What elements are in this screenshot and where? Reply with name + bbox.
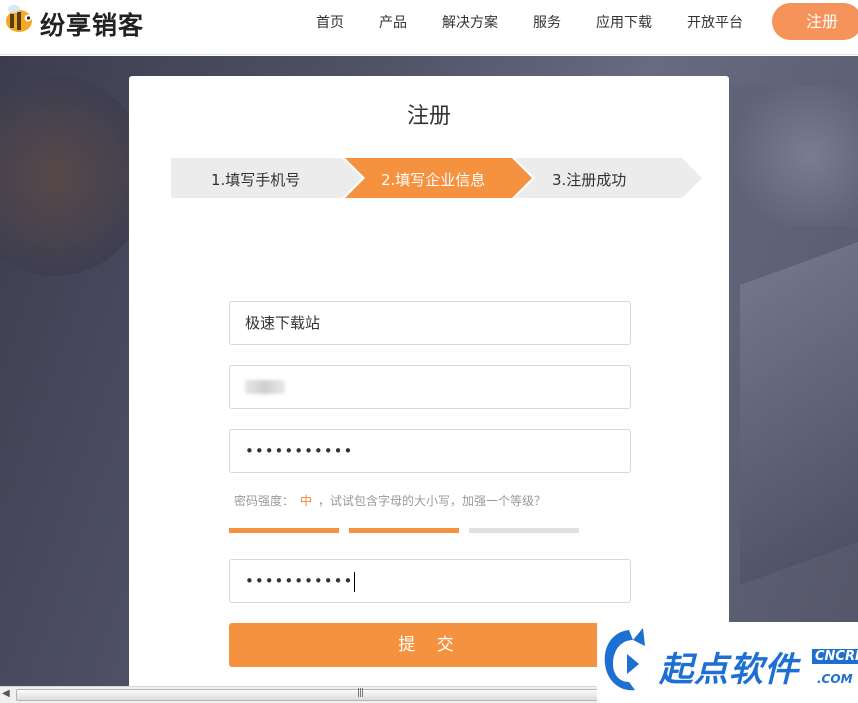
strength-level: 中: [300, 494, 313, 508]
password-field[interactable]: •••••••••••: [229, 429, 631, 473]
strength-bar-segment: [469, 528, 579, 533]
nav-item-products[interactable]: 产品: [379, 12, 407, 32]
background-decoration: [0, 76, 150, 276]
text-cursor: [354, 571, 356, 592]
registration-card: 注册 1.填写手机号 2.填写企业信息 3.注册成功 极速下载站 •••••••…: [129, 76, 729, 703]
company-name-field[interactable]: 极速下载站: [229, 301, 631, 345]
bee-logo-icon[interactable]: [4, 4, 36, 34]
password-strength-meter: [229, 528, 589, 533]
strength-hint: ，试试包含字母的大小写，加强一个等级？: [318, 494, 547, 508]
password-strength-text: 密码强度： 中 ，试试包含字母的大小写，加强一个等级？: [234, 492, 546, 509]
submit-button[interactable]: 提 交: [229, 623, 631, 667]
watermark-logo-icon: [604, 628, 645, 691]
company-name-value: 极速下载站: [245, 314, 321, 332]
step-2-label: 2.填写企业信息: [381, 171, 486, 189]
step-progress: 1.填写手机号 2.填写企业信息 3.注册成功: [171, 158, 702, 198]
confirm-password-value: •••••••••••: [245, 572, 354, 590]
strength-bar-segment: [349, 528, 459, 533]
register-button[interactable]: 注册: [772, 3, 858, 40]
nav-item-home[interactable]: 首页: [316, 12, 344, 32]
scroll-left-arrow-icon[interactable]: ◀: [2, 688, 10, 699]
scrollbar-grip-icon: |||: [357, 688, 364, 698]
brand-name[interactable]: 纷享销客: [40, 6, 144, 42]
watermark-com: .COM: [817, 672, 853, 686]
step-1-label: 1.填写手机号: [211, 171, 301, 189]
strength-prefix: 密码强度：: [234, 494, 295, 508]
step-3-label: 3.注册成功: [552, 171, 627, 189]
strength-bar-segment: [229, 528, 339, 533]
watermark-cn: CNCRK: [812, 649, 858, 664]
nav-item-open-platform[interactable]: 开放平台: [687, 12, 743, 32]
confirm-password-field[interactable]: •••••••••••: [229, 559, 631, 603]
phone-field[interactable]: [229, 365, 631, 409]
password-value: •••••••••••: [245, 442, 354, 460]
page-title: 注册: [406, 104, 451, 129]
nav-item-services[interactable]: 服务: [533, 12, 561, 32]
watermark-text: 起点软件: [659, 650, 799, 690]
top-header: 纷享销客 首页 产品 解决方案 服务 应用下载 开放平台 注册: [0, 0, 858, 55]
watermark: 起点软件 CNCRK .COM: [597, 622, 858, 703]
background-decoration: [720, 86, 858, 226]
nav-item-solutions[interactable]: 解决方案: [442, 12, 498, 32]
nav-item-app-download[interactable]: 应用下载: [596, 12, 652, 32]
background-decoration: [740, 226, 858, 586]
redacted-value: [245, 380, 285, 394]
